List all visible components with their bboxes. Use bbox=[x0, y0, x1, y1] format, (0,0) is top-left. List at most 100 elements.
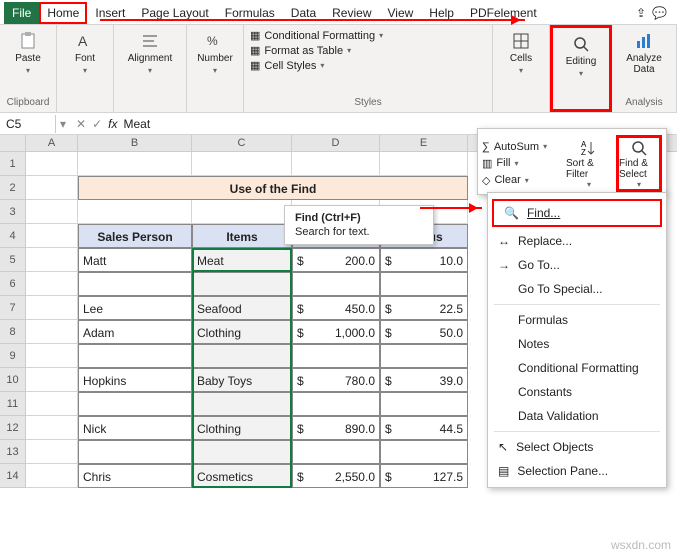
row-6[interactable]: 6 bbox=[0, 272, 26, 296]
menu-select-objects[interactable]: ↖Select Objects bbox=[488, 435, 666, 459]
fx-icon[interactable]: fx bbox=[108, 117, 117, 131]
cell-items[interactable] bbox=[192, 440, 292, 464]
col-c[interactable]: C bbox=[192, 135, 292, 151]
cell-person[interactable]: Hopkins bbox=[78, 368, 192, 392]
menu-data-validation[interactable]: Data Validation bbox=[488, 404, 666, 428]
row-4[interactable]: 4 bbox=[0, 224, 26, 248]
find-select-button[interactable]: Find & Select▾ bbox=[616, 135, 662, 192]
menu-cond-format[interactable]: Conditional Formatting bbox=[488, 356, 666, 380]
comments-icon[interactable]: 💬 bbox=[652, 6, 667, 20]
cell-items[interactable]: Seafood bbox=[192, 296, 292, 320]
row-8[interactable]: 8 bbox=[0, 320, 26, 344]
cell-styles-button[interactable]: ▦Cell Styles ▾ bbox=[250, 59, 486, 72]
row-9[interactable]: 9 bbox=[0, 344, 26, 368]
row-11[interactable]: 11 bbox=[0, 392, 26, 416]
cell-items[interactable] bbox=[192, 272, 292, 296]
analyze-data-button[interactable]: Analyze Data bbox=[618, 29, 670, 77]
cell-items[interactable]: Clothing bbox=[192, 416, 292, 440]
cell-sales[interactable] bbox=[292, 272, 380, 296]
cell-items[interactable]: Meat bbox=[192, 248, 292, 272]
tab-home[interactable]: Home bbox=[39, 2, 87, 24]
cell-sales[interactable] bbox=[292, 344, 380, 368]
menu-goto[interactable]: →Go To... bbox=[488, 253, 666, 277]
cell-bonus[interactable]: 50.0 bbox=[380, 320, 468, 344]
cell-items[interactable]: Cosmetics bbox=[192, 464, 292, 488]
cancel-icon[interactable]: ✕ bbox=[76, 117, 86, 131]
cell-bonus[interactable] bbox=[380, 272, 468, 296]
cell-items[interactable] bbox=[192, 392, 292, 416]
row-7[interactable]: 7 bbox=[0, 296, 26, 320]
menu-find[interactable]: 🔍Find... bbox=[492, 199, 662, 227]
hdr-items[interactable]: Items bbox=[192, 224, 292, 248]
format-as-table-button[interactable]: ▦Format as Table ▾ bbox=[250, 44, 486, 57]
cell-bonus[interactable] bbox=[380, 344, 468, 368]
cell-sales[interactable]: 780.0 bbox=[292, 368, 380, 392]
menu-notes[interactable]: Notes bbox=[488, 332, 666, 356]
cell-sales[interactable]: 890.0 bbox=[292, 416, 380, 440]
cell-bonus[interactable]: 44.5 bbox=[380, 416, 468, 440]
group-number: % Number▾ bbox=[187, 25, 244, 112]
clear-button[interactable]: ◇Clear ▾ bbox=[482, 174, 562, 187]
sort-filter-button[interactable]: AZ Sort & Filter▾ bbox=[566, 138, 612, 189]
cell-items[interactable]: Clothing bbox=[192, 320, 292, 344]
hdr-person[interactable]: Sales Person bbox=[78, 224, 192, 248]
fill-button[interactable]: ▥Fill ▾ bbox=[482, 157, 562, 170]
number-button[interactable]: % Number▾ bbox=[193, 29, 237, 77]
autosum-button[interactable]: ∑AutoSum ▾ bbox=[482, 141, 562, 153]
cell-person[interactable] bbox=[78, 392, 192, 416]
cell-bonus[interactable] bbox=[380, 392, 468, 416]
cell-sales[interactable]: 2,550.0 bbox=[292, 464, 380, 488]
font-button[interactable]: A Font▾ bbox=[63, 29, 107, 77]
cells-button[interactable]: Cells▾ bbox=[499, 29, 543, 77]
row-2[interactable]: 2 bbox=[0, 176, 26, 200]
cell-person[interactable]: Adam bbox=[78, 320, 192, 344]
paste-button[interactable]: Paste▾ bbox=[6, 29, 50, 77]
row-5[interactable]: 5 bbox=[0, 248, 26, 272]
menu-constants[interactable]: Constants bbox=[488, 380, 666, 404]
col-a[interactable]: A bbox=[26, 135, 78, 151]
editing-button[interactable]: Editing▾ bbox=[559, 32, 603, 80]
cell-person[interactable]: Nick bbox=[78, 416, 192, 440]
cell-person[interactable] bbox=[78, 344, 192, 368]
col-e[interactable]: E bbox=[380, 135, 468, 151]
menu-formulas[interactable]: Formulas bbox=[488, 308, 666, 332]
share-icon[interactable]: ⇪ bbox=[636, 6, 646, 20]
cell-sales[interactable]: 450.0 bbox=[292, 296, 380, 320]
cell-bonus[interactable]: 127.5 bbox=[380, 464, 468, 488]
menu-goto-special[interactable]: Go To Special... bbox=[488, 277, 666, 301]
cell-bonus[interactable]: 39.0 bbox=[380, 368, 468, 392]
alignment-button[interactable]: Alignment▾ bbox=[120, 29, 180, 77]
col-b[interactable]: B bbox=[78, 135, 192, 151]
cell-items[interactable] bbox=[192, 344, 292, 368]
cell-bonus[interactable] bbox=[380, 440, 468, 464]
row-14[interactable]: 14 bbox=[0, 464, 26, 488]
col-d[interactable]: D bbox=[292, 135, 380, 151]
row-10[interactable]: 10 bbox=[0, 368, 26, 392]
cell-sales[interactable] bbox=[292, 440, 380, 464]
cell-person[interactable]: Chris bbox=[78, 464, 192, 488]
enter-icon[interactable]: ✓ bbox=[92, 117, 102, 131]
menu-replace[interactable]: ↔Replace... bbox=[488, 229, 666, 253]
cell-sales[interactable]: 1,000.0 bbox=[292, 320, 380, 344]
row-13[interactable]: 13 bbox=[0, 440, 26, 464]
select-all-corner[interactable] bbox=[0, 135, 26, 151]
cell-items[interactable]: Baby Toys bbox=[192, 368, 292, 392]
formula-input[interactable]: Meat bbox=[124, 117, 151, 131]
row-12[interactable]: 12 bbox=[0, 416, 26, 440]
cell-person[interactable]: Lee bbox=[78, 296, 192, 320]
cell-bonus[interactable]: 22.5 bbox=[380, 296, 468, 320]
cell-bonus[interactable]: 10.0 bbox=[380, 248, 468, 272]
name-box-drop-icon[interactable]: ▾ bbox=[56, 117, 70, 131]
cell-person[interactable]: Matt bbox=[78, 248, 192, 272]
title-cell[interactable]: Use of the Find bbox=[78, 176, 468, 200]
row-1[interactable]: 1 bbox=[0, 152, 26, 176]
menu-selection-pane[interactable]: ▤Selection Pane... bbox=[488, 459, 666, 483]
cell-sales[interactable]: 200.0 bbox=[292, 248, 380, 272]
name-box[interactable]: C5 bbox=[0, 115, 56, 133]
cell-sales[interactable] bbox=[292, 392, 380, 416]
cell-person[interactable] bbox=[78, 272, 192, 296]
tab-file[interactable]: File bbox=[4, 2, 39, 24]
conditional-formatting-button[interactable]: ▦Conditional Formatting ▾ bbox=[250, 29, 486, 42]
cell-person[interactable] bbox=[78, 440, 192, 464]
row-3[interactable]: 3 bbox=[0, 200, 26, 224]
